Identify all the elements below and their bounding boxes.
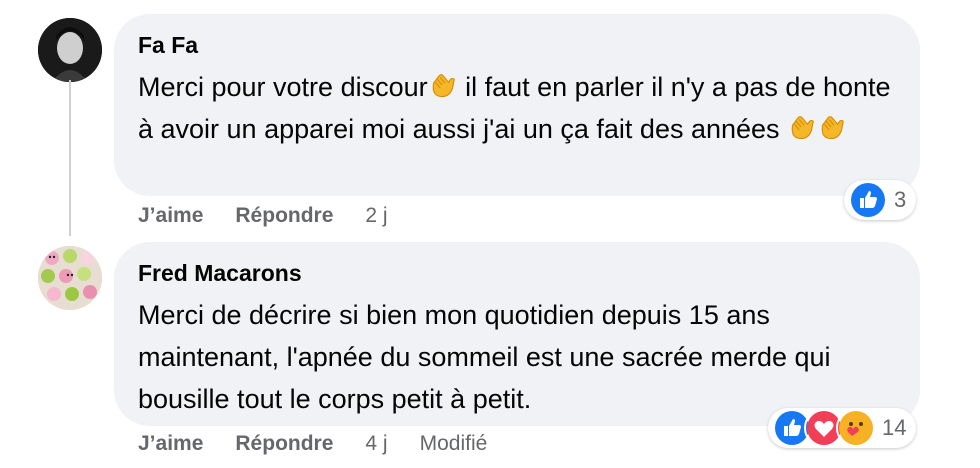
reaction-count: 3 [894,187,907,212]
comment: Fred Macarons Merci de décrire si bien m… [0,232,980,468]
comment: Fa Fa Merci pour votre discour il faut e… [0,0,980,236]
comment-text: Merci pour votre discour il faut en parl… [138,72,891,144]
comment-author[interactable]: Fred Macarons [138,260,302,287]
timestamp[interactable]: 2 j [365,204,387,228]
like-reaction-icon [848,180,888,220]
like-button[interactable]: J’aime [138,204,203,228]
comment-author[interactable]: Fa Fa [138,32,198,59]
comment-text: Merci de décrire si bien mon quotidien d… [138,300,831,414]
reaction-count: 14 [882,415,907,440]
like-button[interactable]: J’aime [138,432,203,456]
clapping-hands-icon [791,116,814,140]
edited-label[interactable]: Modifié [420,432,488,456]
comment-actions: J’aime Répondre 2 j [138,204,420,228]
clapping-hands-icon [432,74,455,98]
comment-bubble: Fa Fa Merci pour votre discour il faut e… [114,14,920,196]
macaron-pattern-avatar-icon [38,246,102,310]
timestamp[interactable]: 4 j [365,432,387,456]
clapping-hands-icon [821,116,844,140]
avatar[interactable] [38,18,102,82]
care-reaction-icon [836,408,876,448]
reactions-summary[interactable]: 3 [844,180,917,220]
reply-button[interactable]: Répondre [235,432,333,456]
comment-bubble: Fred Macarons Merci de décrire si bien m… [114,242,920,426]
thread-line [69,80,71,236]
reply-button[interactable]: Répondre [235,204,333,228]
comment-actions: J’aime Répondre 4 j Modifié [138,432,519,456]
person-avatar-icon [38,18,102,82]
reactions-summary[interactable]: 14 [768,408,917,448]
avatar[interactable] [38,246,102,310]
